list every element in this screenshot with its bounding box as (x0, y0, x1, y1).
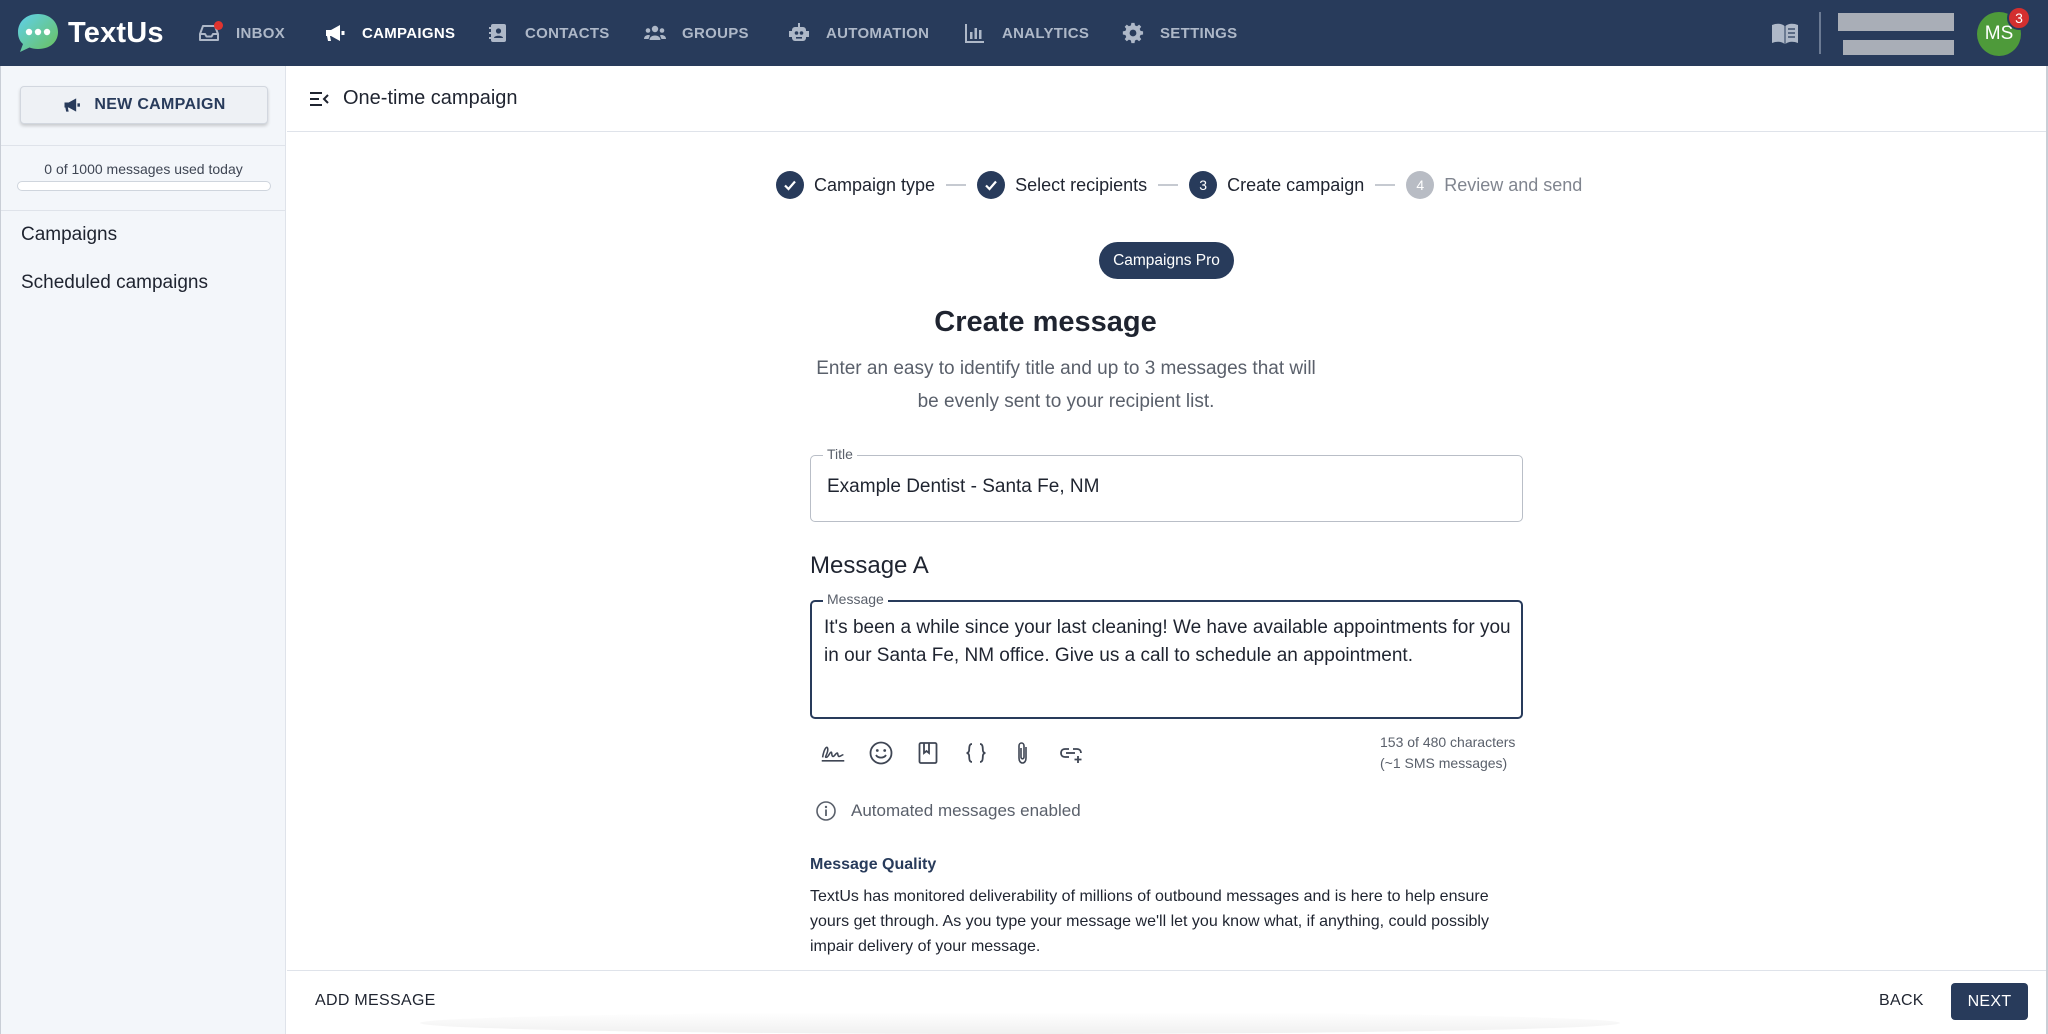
step-campaign-type: Campaign type (776, 171, 935, 199)
footer-shadow (420, 1012, 1620, 1034)
usage-progress-bar (17, 181, 271, 191)
nav-inbox-label: INBOX (236, 24, 286, 42)
textus-logo-icon (16, 12, 60, 54)
step-create-campaign: 3 Create campaign (1189, 171, 1364, 199)
title-field-label: Title (823, 446, 857, 462)
automated-messages-info: Automated messages enabled (815, 800, 1081, 822)
title-input-value[interactable]: Example Dentist - Santa Fe, NM (827, 476, 1099, 498)
info-icon (816, 801, 836, 821)
megaphone-icon (322, 20, 348, 46)
message-a-heading: Message A (810, 552, 929, 579)
message-quality-text: TextUs has monitored deliverability of m… (810, 888, 1489, 955)
sidebar-divider (1, 210, 286, 211)
check-icon (977, 171, 1006, 199)
nav-automation[interactable]: AUTOMATION (786, 0, 929, 66)
character-count-text: 153 of 480 characters (1380, 734, 1516, 750)
account-name-redacted (1838, 13, 1954, 31)
robot-icon (786, 20, 812, 46)
message-input-value[interactable]: It's been a while since your last cleani… (824, 614, 1514, 670)
campaign-stepper: Campaign type Select recipients 3 Create… (776, 170, 1582, 200)
step-number: 4 (1406, 171, 1435, 199)
nav-groups-label: GROUPS (682, 24, 749, 42)
heading-text: Create message (934, 306, 1157, 338)
next-button[interactable]: NEXT (1951, 983, 2028, 1020)
campaigns-pro-badge: Campaigns Pro (1099, 242, 1234, 279)
brand[interactable]: TextUs (16, 12, 164, 54)
step-label: Create campaign (1227, 174, 1365, 195)
nav-settings-label: SETTINGS (1160, 24, 1238, 42)
page-title: One-time campaign (343, 87, 518, 109)
step-label: Campaign type (814, 174, 936, 195)
sidebar-link-campaigns[interactable]: Campaigns (21, 224, 117, 246)
account-detail-redacted (1843, 40, 1954, 55)
step-number: 3 (1189, 171, 1218, 199)
emoji-icon[interactable] (866, 738, 896, 768)
contact-card-icon (485, 20, 511, 46)
check-icon (776, 171, 804, 199)
gear-icon (1120, 20, 1146, 46)
nav-automation-label: AUTOMATION (826, 24, 930, 42)
automated-messages-text: Automated messages enabled (851, 801, 1081, 820)
new-campaign-button[interactable]: NEW CAMPAIGN (20, 86, 268, 124)
notification-badge: 3 (2007, 6, 2031, 30)
collapse-sidebar-icon[interactable] (308, 90, 330, 108)
step-review-and-send: 4 Review and send (1406, 171, 1582, 199)
nav-analytics[interactable]: ANALYTICS (962, 0, 1089, 66)
nav-contacts-label: CONTACTS (525, 24, 610, 42)
app-name: TextUs (68, 16, 164, 49)
bar-chart-icon (962, 20, 988, 46)
create-message-heading: Create message (0, 306, 2048, 339)
nav-groups[interactable]: GROUPS (642, 0, 749, 66)
nav-settings[interactable]: SETTINGS (1120, 0, 1237, 66)
sidebar: NEW CAMPAIGN 0 of 1000 messages used tod… (0, 66, 286, 1034)
nav-analytics-label: ANALYTICS (1002, 24, 1090, 42)
signature-icon[interactable] (818, 738, 848, 768)
add-link-icon[interactable] (1056, 738, 1086, 768)
main-header: One-time campaign (287, 66, 2047, 132)
nav-campaigns-label: CAMPAIGNS (362, 24, 456, 42)
step-connector (1375, 184, 1396, 186)
knowledge-base-book-icon[interactable] (1770, 22, 1800, 46)
sidebar-divider (1, 145, 286, 146)
usage-text: 0 of 1000 messages used today (44, 161, 243, 177)
nav-inbox[interactable]: INBOX (196, 0, 285, 66)
step-connector (946, 184, 967, 186)
nav-divider (1819, 12, 1821, 54)
step-label: Select recipients (1015, 174, 1148, 195)
megaphone-icon (64, 98, 81, 112)
new-campaign-label: NEW CAMPAIGN (94, 96, 226, 113)
back-button[interactable]: BACK (1879, 992, 1924, 1010)
add-message-button[interactable]: ADD MESSAGE (315, 992, 436, 1010)
nav-contacts[interactable]: CONTACTS (485, 0, 610, 66)
sidebar-link-scheduled-campaigns[interactable]: Scheduled campaigns (21, 272, 208, 294)
intro-text: Enter an easy to identify title and up t… (816, 358, 1316, 412)
personalization-braces-icon[interactable] (961, 738, 991, 768)
people-icon (642, 20, 668, 46)
step-label: Review and send (1444, 174, 1583, 195)
sms-count-text: (~1 SMS messages) (1380, 755, 1508, 771)
templates-bookmark-icon[interactable] (913, 738, 943, 768)
step-connector (1158, 184, 1179, 186)
inbox-unread-dot (214, 21, 223, 30)
nav-campaigns[interactable]: CAMPAIGNS (322, 0, 455, 66)
top-navigation-bar: TextUs INBOX CAMPAIGNS CONTACTS GROUPS A… (0, 0, 2048, 66)
character-count: 153 of 480 characters (~1 SMS messages) (1380, 732, 1520, 774)
message-quality-heading: Message Quality (810, 856, 937, 873)
message-field-label: Message (823, 591, 888, 607)
attachment-paperclip-icon[interactable] (1008, 738, 1038, 768)
step-select-recipients: Select recipients (977, 171, 1147, 199)
